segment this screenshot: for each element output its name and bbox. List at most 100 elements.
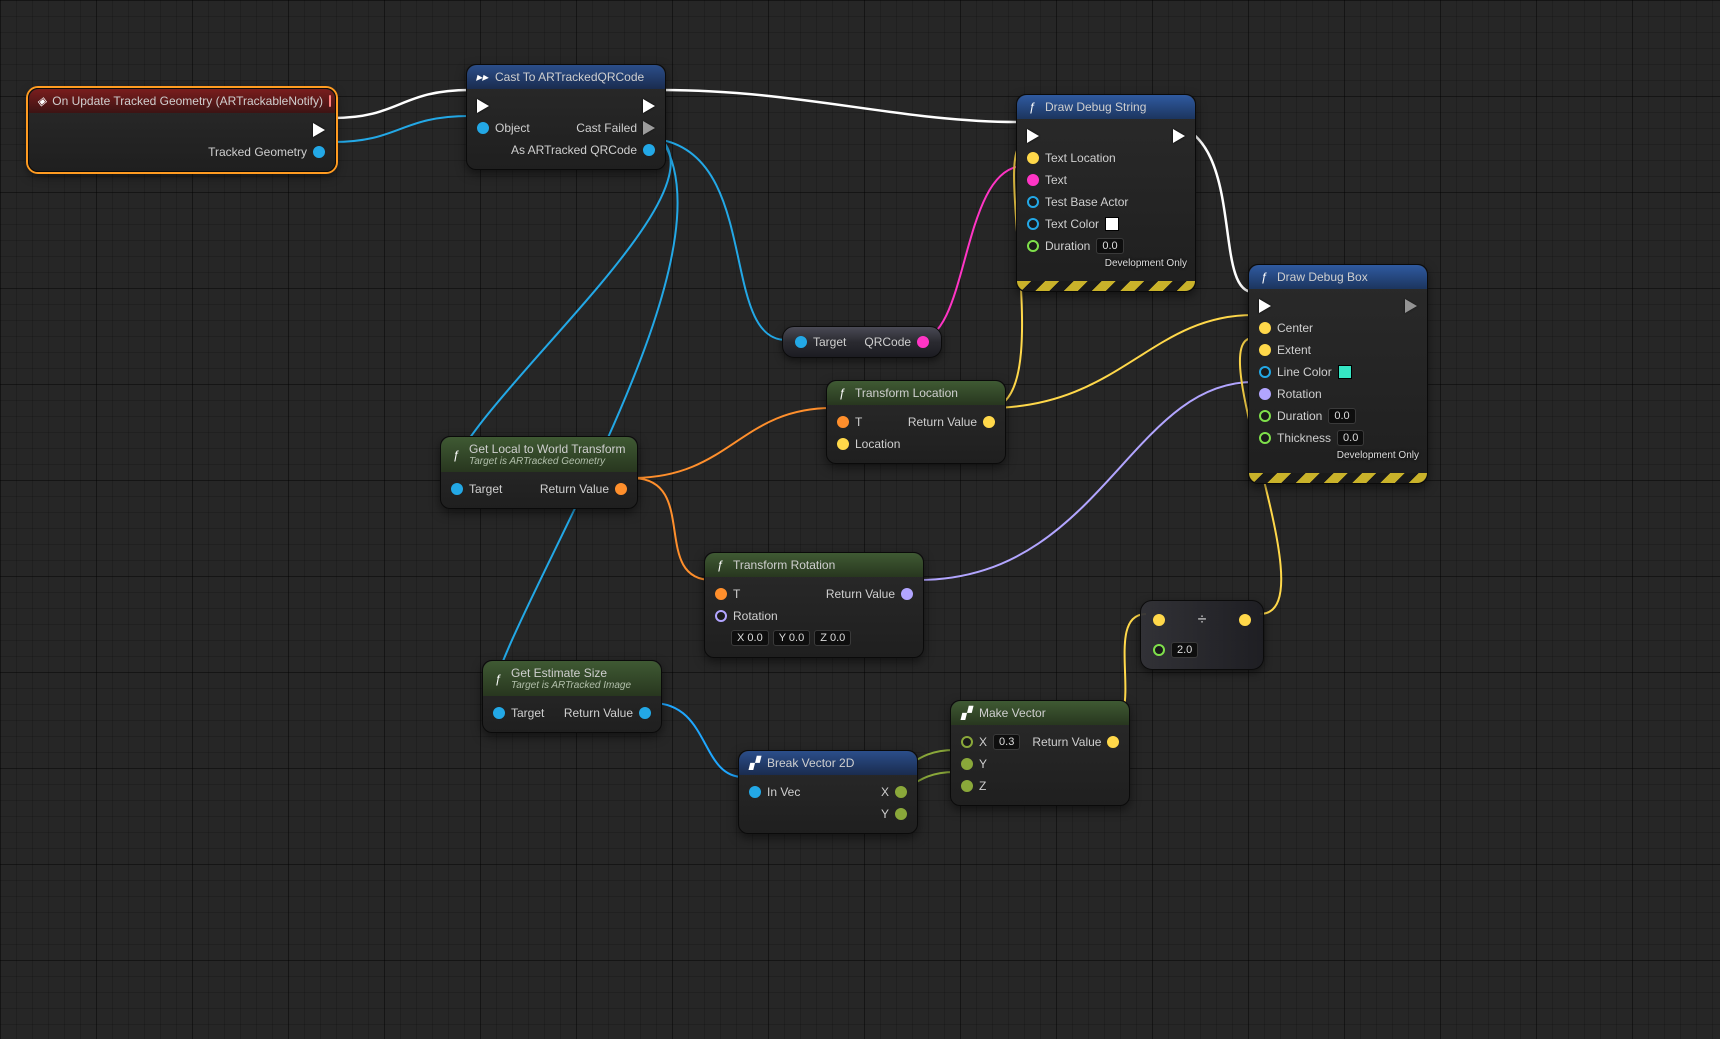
x-out-pin[interactable]	[895, 786, 907, 798]
target-pin[interactable]	[451, 483, 463, 495]
pin-label: Extent	[1277, 343, 1311, 357]
center-pin[interactable]	[1259, 322, 1271, 334]
actor-pin[interactable]	[1027, 196, 1039, 208]
function-icon: ƒ	[835, 386, 849, 400]
function-icon: ƒ	[1025, 100, 1039, 114]
node-title: Make Vector	[979, 706, 1046, 720]
exec-out-pin[interactable]	[313, 123, 325, 137]
result-pin[interactable]	[1239, 614, 1251, 626]
return-pin[interactable]	[615, 483, 627, 495]
pin-label: Test Base Actor	[1045, 195, 1128, 209]
location-pin[interactable]	[837, 438, 849, 450]
node-cast-artrackedqrcode[interactable]: ▸▸ Cast To ARTrackedQRCode Object Cast F…	[466, 64, 666, 170]
node-header: ƒ Draw Debug Box	[1249, 265, 1427, 289]
pin-label: Duration	[1045, 239, 1090, 253]
pin-label: Duration	[1277, 409, 1322, 423]
node-draw-debug-box[interactable]: ƒ Draw Debug Box Center Extent Line Colo…	[1248, 264, 1428, 484]
target-pin[interactable]	[493, 707, 505, 719]
thickness-input[interactable]: 0.0	[1337, 430, 1364, 446]
node-header: ƒ Get Estimate SizeTarget is ARTracked I…	[483, 661, 661, 696]
return-pin[interactable]	[639, 707, 651, 719]
node-title: On Update Tracked Geometry (ARTrackableN…	[52, 94, 323, 108]
rot-x-input[interactable]: X 0.0	[731, 630, 769, 646]
node-draw-debug-string[interactable]: ƒ Draw Debug String Text Location Text T…	[1016, 94, 1196, 292]
pin-label: Z	[979, 779, 986, 793]
node-local-to-world-transform[interactable]: ƒ Get Local to World TransformTarget is …	[440, 436, 638, 509]
linecolor-pin[interactable]	[1259, 366, 1271, 378]
cast-icon: ▸▸	[475, 70, 489, 84]
y-pin[interactable]	[961, 758, 973, 770]
node-title: Draw Debug String	[1045, 100, 1146, 114]
node-make-vector[interactable]: ▞Make Vector X0.3 Return Value Y Z	[950, 700, 1130, 806]
x-pin[interactable]	[961, 736, 973, 748]
exec-in-pin[interactable]	[1259, 299, 1271, 313]
extent-pin[interactable]	[1259, 344, 1271, 356]
b-pin[interactable]	[1153, 644, 1165, 656]
rotation-pin[interactable]	[1259, 388, 1271, 400]
breakpoint-icon[interactable]	[329, 95, 331, 107]
pin-label: Text Color	[1045, 217, 1099, 231]
invec-pin[interactable]	[749, 786, 761, 798]
hazard-stripe	[1017, 281, 1195, 291]
t-pin[interactable]	[715, 588, 727, 600]
node-title: Break Vector 2D	[767, 756, 854, 770]
color-pin[interactable]	[1027, 218, 1039, 230]
node-on-update-tracked-geometry[interactable]: ◈ On Update Tracked Geometry (ARTrackabl…	[28, 88, 336, 172]
exec-out-pin[interactable]	[643, 99, 655, 113]
pin-label: Y	[881, 807, 889, 821]
node-qrcode-getter[interactable]: Target QRCode	[782, 326, 942, 358]
exec-fail-pin[interactable]	[643, 121, 655, 135]
node-title: Transform Location	[855, 386, 958, 400]
data-out-pin[interactable]	[313, 146, 325, 158]
object-in-pin[interactable]	[477, 122, 489, 134]
divisor-input[interactable]: 2.0	[1171, 642, 1198, 658]
rotation-pin[interactable]	[715, 610, 727, 622]
node-get-estimate-size[interactable]: ƒ Get Estimate SizeTarget is ARTracked I…	[482, 660, 662, 733]
qrcode-out-pin[interactable]	[917, 336, 929, 348]
pin-label: QRCode	[864, 335, 911, 349]
duration-input[interactable]: 0.0	[1096, 238, 1123, 254]
color-swatch[interactable]	[1338, 365, 1352, 379]
color-swatch[interactable]	[1105, 217, 1119, 231]
return-pin[interactable]	[901, 588, 913, 600]
rot-z-input[interactable]: Z 0.0	[814, 630, 851, 646]
textloc-pin[interactable]	[1027, 152, 1039, 164]
exec-out-pin[interactable]	[1405, 299, 1417, 313]
t-pin[interactable]	[837, 416, 849, 428]
pin-label: Rotation	[733, 609, 778, 623]
pin-label: As ARTracked QRCode	[511, 143, 637, 157]
z-pin[interactable]	[961, 780, 973, 792]
duration-pin[interactable]	[1259, 410, 1271, 422]
pin-label: Return Value	[540, 482, 609, 496]
event-icon: ◈	[37, 94, 46, 108]
node-header: ▸▸ Cast To ARTrackedQRCode	[467, 65, 665, 89]
rot-y-input[interactable]: Y 0.0	[773, 630, 811, 646]
a-pin[interactable]	[1153, 614, 1165, 626]
as-out-pin[interactable]	[643, 144, 655, 156]
operator-label: ÷	[1177, 611, 1227, 629]
node-break-vector2d[interactable]: ▞Break Vector 2D In Vec X Y	[738, 750, 918, 834]
hazard-stripe	[1249, 473, 1427, 483]
return-pin[interactable]	[1107, 736, 1119, 748]
pin-label: Return Value	[564, 706, 633, 720]
duration-pin[interactable]	[1027, 240, 1039, 252]
x-input[interactable]: 0.3	[993, 734, 1020, 750]
text-pin[interactable]	[1027, 174, 1039, 186]
node-header: ▞Make Vector	[951, 701, 1129, 725]
pin-label: Text Location	[1045, 151, 1116, 165]
node-transform-rotation[interactable]: ƒTransform Rotation T Return Value Rotat…	[704, 552, 924, 658]
node-divide[interactable]: ÷ 2.0	[1140, 600, 1264, 670]
return-pin[interactable]	[983, 416, 995, 428]
node-header: ◈ On Update Tracked Geometry (ARTrackabl…	[29, 89, 335, 113]
node-transform-location[interactable]: ƒTransform Location T Return Value Locat…	[826, 380, 1006, 464]
thickness-pin[interactable]	[1259, 432, 1271, 444]
exec-in-pin[interactable]	[477, 99, 489, 113]
target-pin[interactable]	[795, 336, 807, 348]
exec-out-pin[interactable]	[1173, 129, 1185, 143]
pin-label: Thickness	[1277, 431, 1331, 445]
duration-input[interactable]: 0.0	[1328, 408, 1355, 424]
pin-label: Line Color	[1277, 365, 1332, 379]
node-title: Get Estimate Size	[511, 666, 607, 680]
y-out-pin[interactable]	[895, 808, 907, 820]
exec-in-pin[interactable]	[1027, 129, 1039, 143]
